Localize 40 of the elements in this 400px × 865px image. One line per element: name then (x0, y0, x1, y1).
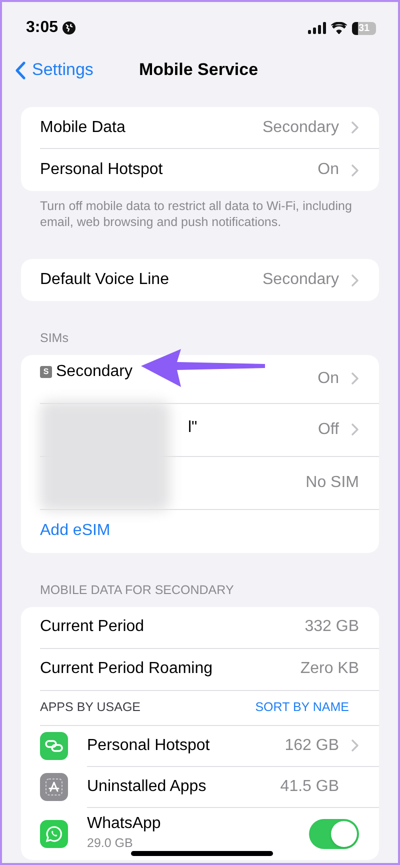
row-value: Zero KB (300, 659, 359, 679)
section-header: MOBILE DATA FOR SECONDARY (39, 582, 235, 599)
signal-icon (308, 22, 326, 34)
row-label: Current Period Roaming (40, 659, 214, 679)
battery-indicator: 31 (352, 22, 376, 34)
section-header: SIMs (39, 330, 70, 347)
page-title: Mobile Service (139, 59, 258, 82)
data-usage: 41.5 GB (280, 776, 339, 796)
toggle-switch[interactable] (309, 818, 359, 848)
row-value: Off (318, 420, 339, 440)
row-value: No SIM (306, 472, 359, 493)
app-name: Uninstalled Apps (87, 776, 208, 796)
data-usage: 29.0 GB (87, 835, 134, 852)
back-chevron-icon[interactable] (15, 60, 26, 80)
globe-icon (62, 21, 76, 35)
sim-name: Secondary (56, 362, 132, 382)
row-value: On (318, 160, 339, 180)
row-value: 332 GB (304, 617, 359, 637)
row-label: Mobile Data (40, 118, 126, 138)
sort-link[interactable]: SORT BY NAME (255, 698, 349, 717)
app-name: Personal Hotspot (87, 736, 211, 756)
row-label: l" (188, 418, 198, 436)
row-label: Current Period (40, 617, 146, 637)
app-name: WhatsApp (87, 814, 162, 834)
row-label: Personal Hotspot (40, 160, 164, 180)
row-value: Secondary (262, 118, 339, 138)
back-button[interactable]: Settings (2, 57, 94, 83)
sim-badge: S (40, 366, 52, 378)
chat-bubble-icon (40, 820, 68, 848)
data-usage: 162 GB (284, 736, 339, 756)
list-subheader: APPS BY USAGE (40, 699, 142, 716)
status-time: 3:05 (26, 18, 58, 38)
row-value: On (318, 368, 339, 389)
link-icon (40, 732, 68, 760)
section-footer: Turn off mobile data to restrict all data to Wi-Fi, including email, web browsing and push notifications. (21, 191, 379, 230)
wifi-icon (331, 22, 347, 34)
row-label: Default Voice Line (40, 270, 170, 290)
app-store-icon (40, 773, 68, 801)
row-value: Secondary (262, 270, 339, 290)
add-esim-link[interactable]: Add eSIM (40, 519, 110, 544)
